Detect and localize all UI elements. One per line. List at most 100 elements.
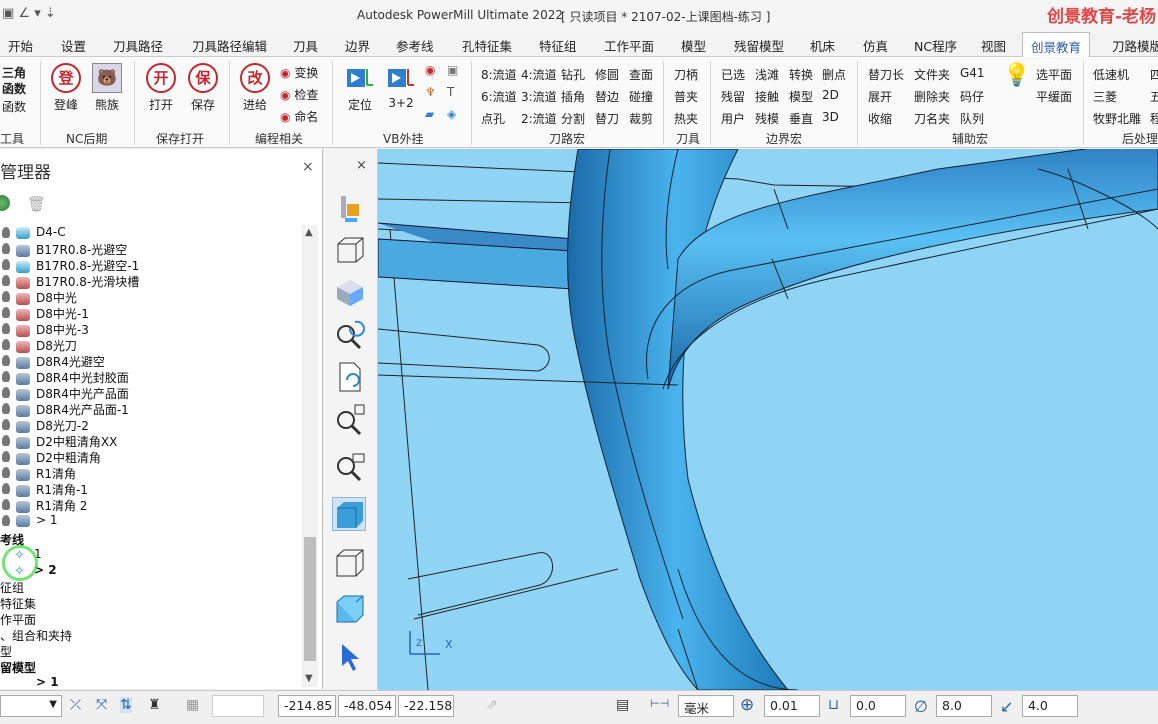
- vb-small-icon-6[interactable]: ◈: [447, 107, 456, 121]
- tree-item-toolpath[interactable]: R1清角-1: [0, 481, 88, 497]
- lightbulb-icon[interactable]: [2, 307, 10, 318]
- three-plus-two-button[interactable]: 3+2: [383, 63, 419, 110]
- tree-section-item[interactable]: > 1: [36, 675, 59, 691]
- tab-feature-groups[interactable]: 特征组: [539, 36, 577, 55]
- link-icon[interactable]: ⇗: [486, 697, 498, 713]
- refresh-doc-icon[interactable]: [332, 359, 366, 393]
- lightbulb-icon[interactable]: [2, 259, 10, 270]
- lightbulb-icon[interactable]: [2, 515, 10, 526]
- tree-item-toolpath[interactable]: D8R4中光产品面: [0, 385, 129, 401]
- tree-item-toolpath[interactable]: D8光刀-2: [0, 417, 89, 433]
- post-low-speed[interactable]: 低速机: [1093, 66, 1129, 83]
- thickness-field[interactable]: 0.0: [850, 695, 906, 717]
- tab-nc-programs[interactable]: NC程序: [914, 36, 957, 55]
- normal-chuck-button[interactable]: 普夹: [674, 88, 698, 105]
- vb-small-icon-3[interactable]: ♆: [425, 85, 436, 99]
- post-mitsubishi[interactable]: 三菱: [1093, 88, 1117, 105]
- coord-x-field[interactable]: -214.85: [278, 695, 336, 717]
- func-label-2[interactable]: 函数: [2, 98, 26, 115]
- select-plane-button[interactable]: 选平面: [1036, 66, 1072, 83]
- diameter-icon[interactable]: ∅: [914, 697, 928, 716]
- iso-view-icon[interactable]: [332, 275, 366, 309]
- quick-access-toolbar[interactable]: ▣ ∠ ▾ ⇣: [2, 6, 56, 21]
- boundary-macro[interactable]: 2D: [822, 88, 839, 102]
- locate-button[interactable]: 定位: [342, 63, 378, 113]
- aux-macro[interactable]: 文件夹: [914, 66, 950, 83]
- tree-item-toolpath[interactable]: B17R0.8-光滑块槽: [0, 273, 139, 289]
- tree-section-item[interactable]: 特征集: [0, 595, 36, 611]
- tp-macro[interactable]: 裁剪: [629, 110, 653, 127]
- boundary-macro[interactable]: 3D: [822, 110, 839, 124]
- tree-item-toolpath[interactable]: R1清角: [0, 465, 76, 481]
- wireframe-box-icon[interactable]: [332, 233, 366, 267]
- shaded-view-icon[interactable]: [332, 497, 366, 531]
- tree-item-toolpath[interactable]: B17R0.8-光避空: [0, 241, 127, 257]
- feed-button[interactable]: 改进给: [237, 63, 273, 113]
- lightbulb-icon[interactable]: [2, 355, 10, 366]
- tab-machine[interactable]: 机床: [810, 36, 835, 55]
- clamp-icon[interactable]: ♜: [148, 697, 161, 713]
- boundary-macro[interactable]: 残模: [755, 110, 779, 127]
- vb-small-icon-1[interactable]: ◉: [425, 63, 435, 77]
- grid-icon[interactable]: ▦: [186, 697, 199, 713]
- calculator-icon[interactable]: ▤: [616, 697, 629, 713]
- tool-holder-button[interactable]: 刀柄: [674, 66, 698, 83]
- unit-field[interactable]: 毫米: [678, 695, 734, 717]
- select-arrow-icon[interactable]: [332, 639, 366, 673]
- tree-item-toolpath[interactable]: D8R4光避空: [0, 353, 105, 369]
- boundary-macro[interactable]: 转换: [789, 66, 813, 83]
- tp-macro[interactable]: 替刀: [595, 110, 619, 127]
- tp-macro[interactable]: 查面: [629, 66, 653, 83]
- post-right-1[interactable]: 四: [1150, 66, 1158, 83]
- tp-macro[interactable]: 2:流道: [521, 110, 557, 127]
- workplane-icon[interactable]: ⇅: [120, 697, 132, 713]
- tab-view[interactable]: 视图: [981, 36, 1006, 55]
- tree-section-item[interactable]: 作平面: [0, 611, 36, 627]
- toolbar-close-icon[interactable]: ×: [356, 158, 367, 173]
- vb-small-icon-2[interactable]: ▣: [447, 63, 458, 77]
- boundary-macro[interactable]: 接触: [755, 88, 779, 105]
- tab-chuangjing[interactable]: 创景教育: [1022, 32, 1091, 58]
- tp-macro[interactable]: 8:流道: [481, 66, 517, 83]
- tolerance-field[interactable]: 0.01: [764, 695, 820, 717]
- boundary-macro[interactable]: 模型: [789, 88, 813, 105]
- boundary-macro[interactable]: 用户: [721, 110, 745, 127]
- aux-macro[interactable]: 码仔: [960, 88, 984, 105]
- flat-slope-button[interactable]: 平缓面: [1036, 88, 1072, 105]
- boundary-macro[interactable]: 垂直: [789, 110, 813, 127]
- zoom-rotate-icon[interactable]: [332, 317, 366, 351]
- lightbulb-icon[interactable]: [2, 483, 10, 494]
- tp-macro[interactable]: 碰撞: [629, 88, 653, 105]
- boundary-macro[interactable]: 浅滩: [755, 66, 779, 83]
- aux-macro[interactable]: 展开: [868, 88, 892, 105]
- post-makino[interactable]: 牧野北雕: [1093, 110, 1141, 127]
- check-button[interactable]: ◉ 检查: [280, 86, 318, 103]
- tab-models[interactable]: 模型: [681, 36, 706, 55]
- radius-icon[interactable]: ↙: [1000, 697, 1013, 716]
- coord-y-field[interactable]: -48.054: [338, 695, 396, 717]
- scroll-thumb[interactable]: [304, 537, 316, 661]
- tolerance-icon[interactable]: ⊕: [740, 695, 754, 715]
- radius-field[interactable]: 4.0: [1022, 695, 1078, 717]
- diameter-field[interactable]: 8.0: [936, 695, 992, 717]
- text-icon[interactable]: T: [447, 85, 454, 99]
- lightbulb-icon[interactable]: [2, 275, 10, 286]
- vb-small-icon-5[interactable]: ▰: [425, 107, 434, 121]
- xiongzu-button[interactable]: 🐻 熊族: [89, 63, 125, 113]
- lightbulb-icon[interactable]: [2, 291, 10, 302]
- dengfeng-button[interactable]: 登登峰: [48, 63, 84, 113]
- lightbulb-icon[interactable]: [2, 243, 10, 254]
- globe-icon[interactable]: [0, 195, 10, 211]
- ruler-icon[interactable]: ⊢⊣: [650, 697, 669, 710]
- tree-item-toolpath[interactable]: D8光刀: [0, 337, 77, 353]
- tree-item-toolpath[interactable]: D8中光-1: [0, 305, 89, 321]
- lightbulb-icon[interactable]: [2, 371, 10, 382]
- aux-macro[interactable]: G41: [960, 66, 985, 80]
- panel-close-button[interactable]: ×: [302, 159, 314, 175]
- scroll-up-icon[interactable]: ▲: [305, 227, 313, 238]
- lightbulb-icon[interactable]: [2, 339, 10, 350]
- lightbulb-icon[interactable]: 💡: [1003, 63, 1030, 88]
- tp-macro[interactable]: 4:流道: [521, 66, 557, 83]
- lightbulb-icon[interactable]: [2, 499, 10, 510]
- tab-workplanes[interactable]: 工作平面: [604, 36, 654, 55]
